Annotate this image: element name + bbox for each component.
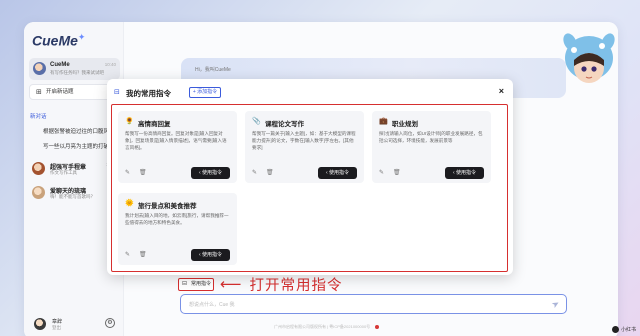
- watermark: 小红书: [611, 326, 636, 333]
- section-label-new: 新对话: [30, 114, 47, 120]
- watermark-logo-icon: [611, 326, 619, 333]
- command-card[interactable]: 💼 职业规划 探讨[请输入岗位，如UI设计师]的职业发展路径，包括公司选择，环境…: [372, 111, 491, 183]
- conversation-subtitle: 有写作任务吗？我来试试吧: [50, 70, 104, 75]
- status-dot-icon: [375, 324, 380, 329]
- commands-modal: ⊟ 我的常用指令 + 添加指令 × 🌻 高情商回复 帮我写一份高情商回复。回复对…: [107, 79, 513, 275]
- footer-copyright: 广州市启程有限公司版权所有 | 粤ICP备2021000000号: [274, 324, 371, 329]
- card-description: 我计划去[输入目的地，如云南]旅行，请帮我推荐一些值得去的地方和特色美食。: [125, 213, 229, 225]
- new-chat-icon: ⊞: [36, 89, 42, 96]
- chat-input-placeholder: 想说点什么，Cue 我: [189, 302, 235, 308]
- watermark-text: 小红书: [620, 327, 636, 333]
- card-title: 高情商回复: [138, 121, 171, 128]
- command-card[interactable]: 🌻 高情商回复 帮我写一份高情商回复。回复对象是[输入回复对象]，回复场景是[输…: [118, 111, 237, 183]
- sunflower-icon: 🌻: [125, 118, 134, 125]
- annotation-text: 打开常用指令: [249, 278, 343, 294]
- command-card[interactable]: 📎 课程论文写作 帮我写一篇关于[输入主题]，如：基于大模型的课程能力提升]的论…: [245, 111, 364, 183]
- mascot-illustration: [563, 33, 615, 83]
- use-command-button[interactable]: ‹ 使用指令: [445, 167, 484, 179]
- app-window: CueMe✦ CueMe 有写作任务吗？我来试试吧 10:40 ⊞ 开启新话题 …: [24, 22, 618, 336]
- edit-icon[interactable]: ✎: [379, 169, 384, 176]
- edit-icon[interactable]: ✎: [125, 251, 130, 258]
- new-chat-label: 开启新话题: [46, 89, 74, 95]
- edit-icon[interactable]: ✎: [125, 169, 130, 176]
- use-command-button[interactable]: ‹ 使用指令: [191, 249, 230, 261]
- avatar: [32, 186, 45, 199]
- delete-icon[interactable]: 🗑: [139, 169, 147, 176]
- sun-icon: 🌞: [125, 200, 134, 207]
- command-icon: ⊟: [182, 281, 188, 287]
- command-button-label: 常用指令: [191, 281, 212, 287]
- card-title: 旅行景点和美食推荐: [138, 203, 197, 210]
- close-icon[interactable]: ×: [499, 86, 504, 96]
- card-description: 帮我写一份高情商回复。回复对象是[输入回复对象]，回复场景是[输入情景描述]，语…: [125, 131, 227, 150]
- footer-text: 广州市启程有限公司版权所有 | 粤ICP备2021000000号: [274, 324, 380, 330]
- command-card[interactable]: 🌞 旅行景点和美食推荐 我计划去[输入目的地，如云南]旅行，请帮我推荐一些值得去…: [118, 193, 237, 265]
- conversation-item-active[interactable]: CueMe 有写作任务吗？我来试试吧 10:40: [29, 58, 120, 80]
- card-title: 课程论文写作: [265, 121, 304, 128]
- conversation-subtitle: 作文写作工具: [50, 170, 77, 175]
- settings-icon[interactable]: ⚙: [105, 318, 115, 328]
- arrow-left-icon: ⟵: [220, 276, 242, 293]
- logout-link[interactable]: 登出: [52, 325, 61, 331]
- conversation-subtitle: 嗨！能不能写首歌吗？: [50, 194, 95, 199]
- commands-highlight-frame: 🌻 高情商回复 帮我写一份高情商回复。回复对象是[输入回复对象]，回复场景是[输…: [111, 104, 508, 272]
- commands-icon: ⊟: [114, 89, 120, 96]
- delete-icon[interactable]: 🗑: [393, 169, 401, 176]
- use-command-button[interactable]: ‹ 使用指令: [191, 167, 230, 179]
- annotation-callout: ⟵ 打开常用指令: [220, 274, 343, 295]
- card-description: 探讨[请输入岗位，如UI设计师]的职业发展路径，包括公司选择，环境技能，发展前景…: [379, 131, 483, 143]
- conversation-name: CueMe: [50, 62, 70, 68]
- add-command-button[interactable]: + 添加指令: [189, 87, 221, 98]
- edit-icon[interactable]: ✎: [252, 169, 257, 176]
- conversation-time: 10:40: [104, 62, 116, 67]
- history-item[interactable]: 写一些以月亮为主题的打破: [43, 142, 109, 150]
- card-title: 职业规划: [392, 121, 418, 128]
- banner-text: Hi，我叫CueMe: [195, 67, 231, 73]
- briefcase-icon: 💼: [379, 118, 388, 125]
- avatar: [33, 62, 46, 75]
- modal-title: 我的常用指令: [126, 89, 171, 98]
- app-logo[interactable]: CueMe✦: [32, 32, 85, 49]
- delete-icon[interactable]: 🗑: [139, 251, 147, 258]
- card-description: 帮我写一篇关于[输入主题]，如：基于大模型的课程能力提升]的论文，字数在[输入数…: [252, 131, 356, 150]
- use-command-button[interactable]: ‹ 使用指令: [318, 167, 357, 179]
- delete-icon[interactable]: 🗑: [266, 169, 274, 176]
- chat-input[interactable]: 想说点什么，Cue 我 ➤: [180, 294, 567, 314]
- user-name: 章辞: [52, 319, 63, 325]
- send-icon[interactable]: ➤: [550, 298, 562, 311]
- avatar: [32, 162, 45, 175]
- paperclip-icon: 📎: [252, 118, 261, 125]
- user-avatar[interactable]: [34, 318, 46, 330]
- common-commands-button[interactable]: ⊟ 常用指令: [178, 278, 214, 291]
